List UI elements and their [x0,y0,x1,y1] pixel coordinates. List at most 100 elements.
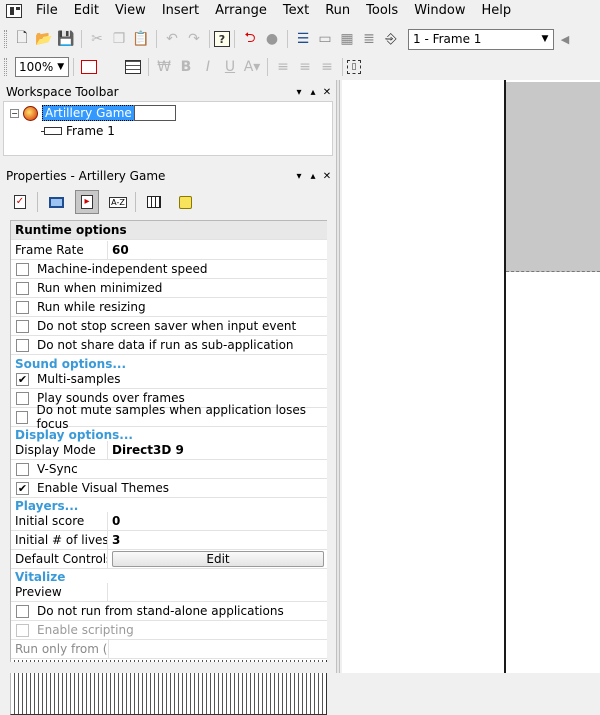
sort-az-icon[interactable]: A-Z [106,190,130,214]
bold-button[interactable]: B [175,56,197,78]
font-icon[interactable]: ₩ [153,56,175,78]
maximize-icon[interactable]: ▴ [306,171,320,182]
frame-select[interactable]: 1 - Frame 1 ▼ [408,28,554,50]
menu-arrange[interactable]: Arrange [207,1,275,21]
fit-selection-icon[interactable]: ▯ [347,60,361,74]
previous-frame-icon[interactable]: ◀ [554,28,576,50]
visual-themes-checkbox[interactable]: ✔ [16,481,29,495]
workspace-toolbar-title: Workspace Toolbar [6,85,119,99]
run-resizing-row[interactable]: Run while resizing [11,298,327,317]
menu-bar: File Edit View Insert Arrange Text Run T… [0,0,600,22]
redo-icon[interactable]: ↷ [183,28,205,50]
menu-edit[interactable]: Edit [66,1,107,21]
zoom-select[interactable]: 100% ▼ [15,57,69,77]
data-elements-icon[interactable]: ⎆ [380,28,402,50]
event-editor-icon[interactable]: ▦ [336,28,358,50]
cut-icon[interactable]: ✂ [86,28,108,50]
initial-lives-row[interactable]: Initial # of lives 3 [11,530,327,550]
edit-controls-button[interactable]: Edit [112,551,324,567]
toolbar-grip[interactable] [4,58,7,76]
open-folder-icon[interactable]: 📂 [33,28,55,50]
align-left-icon[interactable]: ≡ [272,56,294,78]
frame-editor-icon[interactable]: ▭ [314,28,336,50]
menu-view[interactable]: View [107,1,154,21]
rename-field[interactable] [133,105,176,121]
close-icon[interactable]: ✕ [320,87,334,98]
multi-samples-row[interactable]: ✔ Multi-samples [11,370,327,389]
save-icon[interactable]: 💾 [55,28,77,50]
help-icon[interactable]: ? [214,31,230,47]
no-standalone-checkbox[interactable] [16,604,29,618]
note-icon[interactable] [173,190,197,214]
app-icon[interactable] [6,4,22,18]
menu-file[interactable]: File [28,1,66,21]
run-resizing-checkbox[interactable] [16,300,29,314]
copy-icon[interactable]: ❐ [108,28,130,50]
menu-text[interactable]: Text [275,1,317,21]
menu-tools[interactable]: Tools [358,1,406,21]
checklist-icon[interactable]: ✓ [8,190,32,214]
no-share-data-checkbox[interactable] [16,338,29,352]
pin-icon[interactable]: ▾ [292,87,306,98]
toolbar-separator [287,30,288,48]
menu-insert[interactable]: Insert [154,1,207,21]
no-mute-checkbox[interactable] [16,410,29,424]
initial-score-value[interactable]: 0 [108,514,120,528]
italic-button[interactable]: I [197,56,219,78]
underline-button[interactable]: U [219,56,241,78]
tree-item-label[interactable]: Artillery Game [42,105,135,121]
paste-icon[interactable]: 📋 [130,28,152,50]
toolbar-separator [156,30,157,48]
grid-setup-icon[interactable] [122,56,144,78]
vsync-row[interactable]: V-Sync [11,460,327,479]
no-standalone-row[interactable]: Do not run from stand-alone applications [11,602,327,621]
frame-rate-value[interactable]: 60 [108,243,129,257]
machine-independent-checkbox[interactable] [16,262,29,276]
tree-item-artillery-game[interactable]: − Artillery Game [10,104,176,122]
undo-icon[interactable]: ↶ [161,28,183,50]
no-share-data-row[interactable]: Do not share data if run as sub-applicat… [11,336,327,355]
back-icon[interactable]: ⮌ [239,28,261,50]
align-center-icon[interactable]: ≡ [294,56,316,78]
display-mode-value[interactable]: Direct3D 9 [108,443,184,457]
display-mode-row[interactable]: Display Mode Direct3D 9 [11,440,327,460]
frame-editor[interactable] [342,80,600,673]
menu-window[interactable]: Window [406,1,473,21]
machine-independent-row[interactable]: Machine-independent speed [11,260,327,279]
menu-help[interactable]: Help [473,1,519,21]
snap-grid-icon[interactable] [10,56,327,715]
storyboard-icon[interactable]: ☰ [292,28,314,50]
runtime-icon[interactable]: ▸ [75,190,99,214]
run-minimized-row[interactable]: Run when minimized [11,279,327,298]
play-sounds-checkbox[interactable] [16,391,29,405]
new-file-icon[interactable]: 🗋 [11,28,33,50]
pin-icon[interactable]: ▾ [292,171,306,182]
run-minimized-checkbox[interactable] [16,281,29,295]
no-stop-screensaver-checkbox[interactable] [16,319,29,333]
text-color-icon[interactable]: A▾ [241,56,263,78]
chevron-down-icon[interactable]: ▼ [537,34,553,44]
multi-samples-checkbox[interactable]: ✔ [16,372,29,386]
monitor-icon[interactable] [44,190,68,214]
run-minimized-label: Run when minimized [37,281,163,295]
initial-score-row[interactable]: Initial score 0 [11,511,327,531]
chevron-down-icon[interactable]: ▼ [53,62,68,72]
toolbar-grip[interactable] [4,30,7,48]
grid-icon[interactable] [142,190,166,214]
tree-item-label[interactable]: Frame 1 [66,124,115,138]
stop-icon[interactable]: ● [261,28,283,50]
event-list-icon[interactable]: ≣ [358,28,380,50]
align-right-icon[interactable]: ≡ [316,56,338,78]
close-icon[interactable]: ✕ [320,171,334,182]
show-grid-icon[interactable] [78,56,100,78]
collapse-icon[interactable]: − [10,108,19,118]
tree-item-frame-1[interactable]: Frame 1 [40,122,115,140]
pane-splitter[interactable] [336,80,340,673]
maximize-icon[interactable]: ▴ [306,87,320,98]
preview-row[interactable]: Preview [11,582,327,602]
initial-lives-value[interactable]: 3 [108,533,120,547]
menu-run[interactable]: Run [317,1,358,21]
vsync-checkbox[interactable] [16,462,29,476]
no-stop-screensaver-row[interactable]: Do not stop screen saver when input even… [11,317,327,336]
frame-rate-row[interactable]: Frame Rate 60 [11,240,327,260]
